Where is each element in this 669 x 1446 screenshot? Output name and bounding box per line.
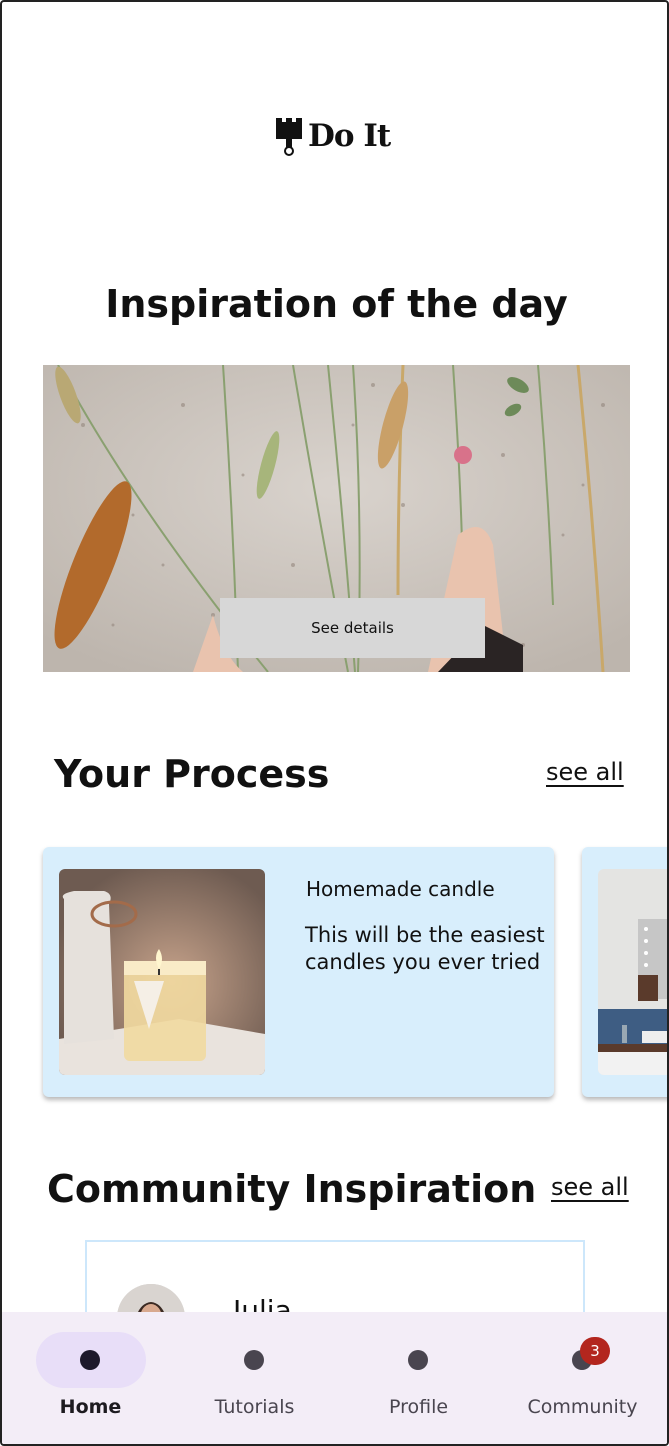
nav-label-home: Home [59, 1396, 122, 1418]
nav-item-home[interactable]: Home [2, 1312, 169, 1444]
card-description: This will be the easiest candles you eve… [305, 923, 545, 974]
notification-badge: 3 [580, 1337, 610, 1365]
process-card[interactable]: Homemade candle This will be the easiest… [43, 847, 554, 1097]
inspiration-title: Inspiration of the day [105, 282, 568, 326]
card-title: Homemade candle [306, 877, 495, 901]
community-see-all-link[interactable]: see all [551, 1173, 629, 1201]
nav-label-profile: Profile [388, 1396, 449, 1418]
candle-image [59, 869, 265, 1075]
nav-label-tutorials: Tutorials [214, 1396, 295, 1418]
tutorials-icon [244, 1350, 264, 1370]
profile-icon [408, 1350, 428, 1370]
paintbrush-icon [276, 118, 302, 156]
inspiration-image[interactable]: See details [43, 365, 630, 672]
nav-item-tutorials[interactable]: Tutorials [169, 1312, 336, 1444]
app-logo: Do It [274, 114, 391, 158]
process-see-all-link[interactable]: see all [546, 758, 624, 786]
nav-item-profile[interactable]: Profile [336, 1312, 503, 1444]
community-inspiration-title: Community Inspiration [47, 1167, 537, 1211]
logo-text: Do It [308, 118, 391, 154]
home-icon [80, 1350, 100, 1370]
bottom-navigation-bar: Home Tutorials Profile 3 Community [2, 1312, 667, 1444]
bathroom-image [598, 869, 667, 1075]
app-screen: Do It Inspiration of the day See details… [0, 0, 669, 1446]
nav-item-community[interactable]: 3 Community [500, 1312, 667, 1444]
nav-label-community: Community [527, 1396, 638, 1418]
process-card-partial[interactable] [582, 847, 667, 1097]
your-process-title: Your Process [54, 752, 330, 796]
see-details-button[interactable]: See details [220, 598, 485, 658]
